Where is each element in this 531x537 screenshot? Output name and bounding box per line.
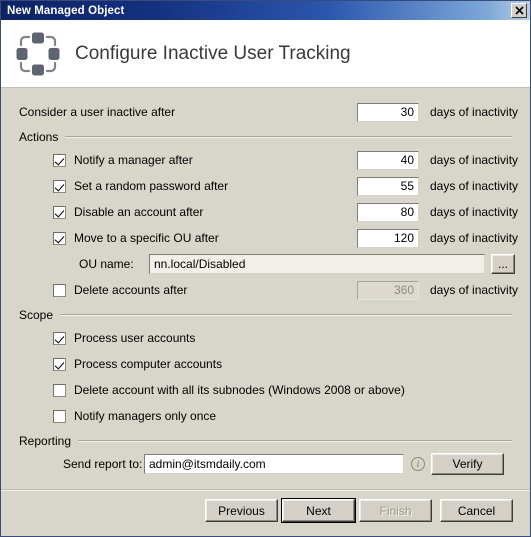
process-computer-accounts-row: Process computer accounts [19,351,512,377]
notify-once-checkbox[interactable] [53,409,66,423]
move-to-ou-row: Move to a specific OU after 120 days of … [19,225,518,251]
delete-accounts-checkbox[interactable] [53,283,66,297]
consider-inactive-units: days of inactivity [430,105,519,119]
random-password-units: days of inactivity [430,179,519,193]
info-icon: i [411,457,425,471]
scope-group-header: Scope [19,305,512,325]
footer-bar: Previous Next Finish Cancel [1,491,530,536]
send-report-input[interactable]: admin@itsmdaily.com [144,454,404,474]
notify-manager-label: Notify a manager after [74,153,193,167]
actions-group-divider [65,136,512,138]
reporting-group-label: Reporting [19,434,72,448]
move-to-ou-units: days of inactivity [430,231,519,245]
notify-once-label: Notify managers only once [74,409,217,423]
title-bar: New Managed Object [1,1,530,20]
notify-manager-input[interactable]: 40 [357,150,419,170]
disable-account-checkbox[interactable] [53,205,66,219]
ou-name-label: OU name: [79,257,134,271]
dialog-window: New Managed Object Configure Inactive Us… [0,0,531,537]
cancel-button[interactable]: Cancel [440,499,513,522]
send-report-row: Send report to: admin@itsmdaily.com i Ve… [19,451,512,477]
disable-account-input[interactable]: 80 [357,202,419,222]
delete-accounts-row: Delete accounts after 360 days of inacti… [19,277,518,303]
close-icon[interactable] [511,3,527,18]
ou-name-input[interactable]: nn.local/Disabled [149,254,485,274]
random-password-row: Set a random password after 55 days of i… [19,173,518,199]
notify-manager-checkbox[interactable] [53,153,66,167]
ou-browse-button[interactable]: ... [491,254,515,274]
consider-inactive-label: Consider a user inactive after [19,105,176,119]
process-computer-accounts-checkbox[interactable] [53,357,66,371]
finish-button: Finish [359,499,432,522]
scope-group-label: Scope [19,308,54,322]
send-report-label: Send report to: [63,457,143,471]
delete-accounts-label: Delete accounts after [74,283,188,297]
notify-manager-units: days of inactivity [430,153,519,167]
process-user-accounts-label: Process user accounts [74,331,196,345]
verify-button[interactable]: Verify [431,453,504,475]
process-computer-accounts-label: Process computer accounts [74,357,223,371]
header-banner: Configure Inactive User Tracking [1,20,530,88]
disable-account-label: Disable an account after [74,205,204,219]
delete-accounts-units: days of inactivity [430,283,519,297]
delete-subnodes-label: Delete account with all its subnodes (Wi… [74,383,405,397]
ou-name-row: OU name: nn.local/Disabled ... [19,251,515,277]
reporting-group-header: Reporting [19,431,512,451]
window-title: New Managed Object [7,4,125,17]
move-to-ou-label: Move to a specific OU after [74,231,219,245]
next-button[interactable]: Next [281,498,356,523]
notify-once-row: Notify managers only once [19,403,512,429]
managed-object-icon [15,31,61,77]
process-user-accounts-row: Process user accounts [19,325,512,351]
random-password-input[interactable]: 55 [357,176,419,196]
scope-group-divider [60,314,512,316]
consider-inactive-input[interactable]: 30 [357,102,419,122]
delete-subnodes-row: Delete account with all its subnodes (Wi… [19,377,512,403]
random-password-label: Set a random password after [74,179,229,193]
reporting-group-divider [78,440,512,442]
notify-manager-row: Notify a manager after 40 days of inacti… [19,147,518,173]
disable-account-row: Disable an account after 80 days of inac… [19,199,518,225]
consider-inactive-row: Consider a user inactive after 30 days o… [19,99,518,125]
actions-group-label: Actions [19,130,59,144]
page-title: Configure Inactive User Tracking [75,42,351,64]
form-body: Consider a user inactive after 30 days o… [1,89,530,489]
random-password-checkbox[interactable] [53,179,66,193]
actions-group-header: Actions [19,127,512,147]
delete-accounts-input: 360 [357,280,419,300]
previous-button[interactable]: Previous [205,499,278,522]
disable-account-units: days of inactivity [430,205,519,219]
move-to-ou-checkbox[interactable] [53,231,66,245]
delete-subnodes-checkbox[interactable] [53,383,66,397]
process-user-accounts-checkbox[interactable] [53,331,66,345]
move-to-ou-input[interactable]: 120 [357,228,419,248]
